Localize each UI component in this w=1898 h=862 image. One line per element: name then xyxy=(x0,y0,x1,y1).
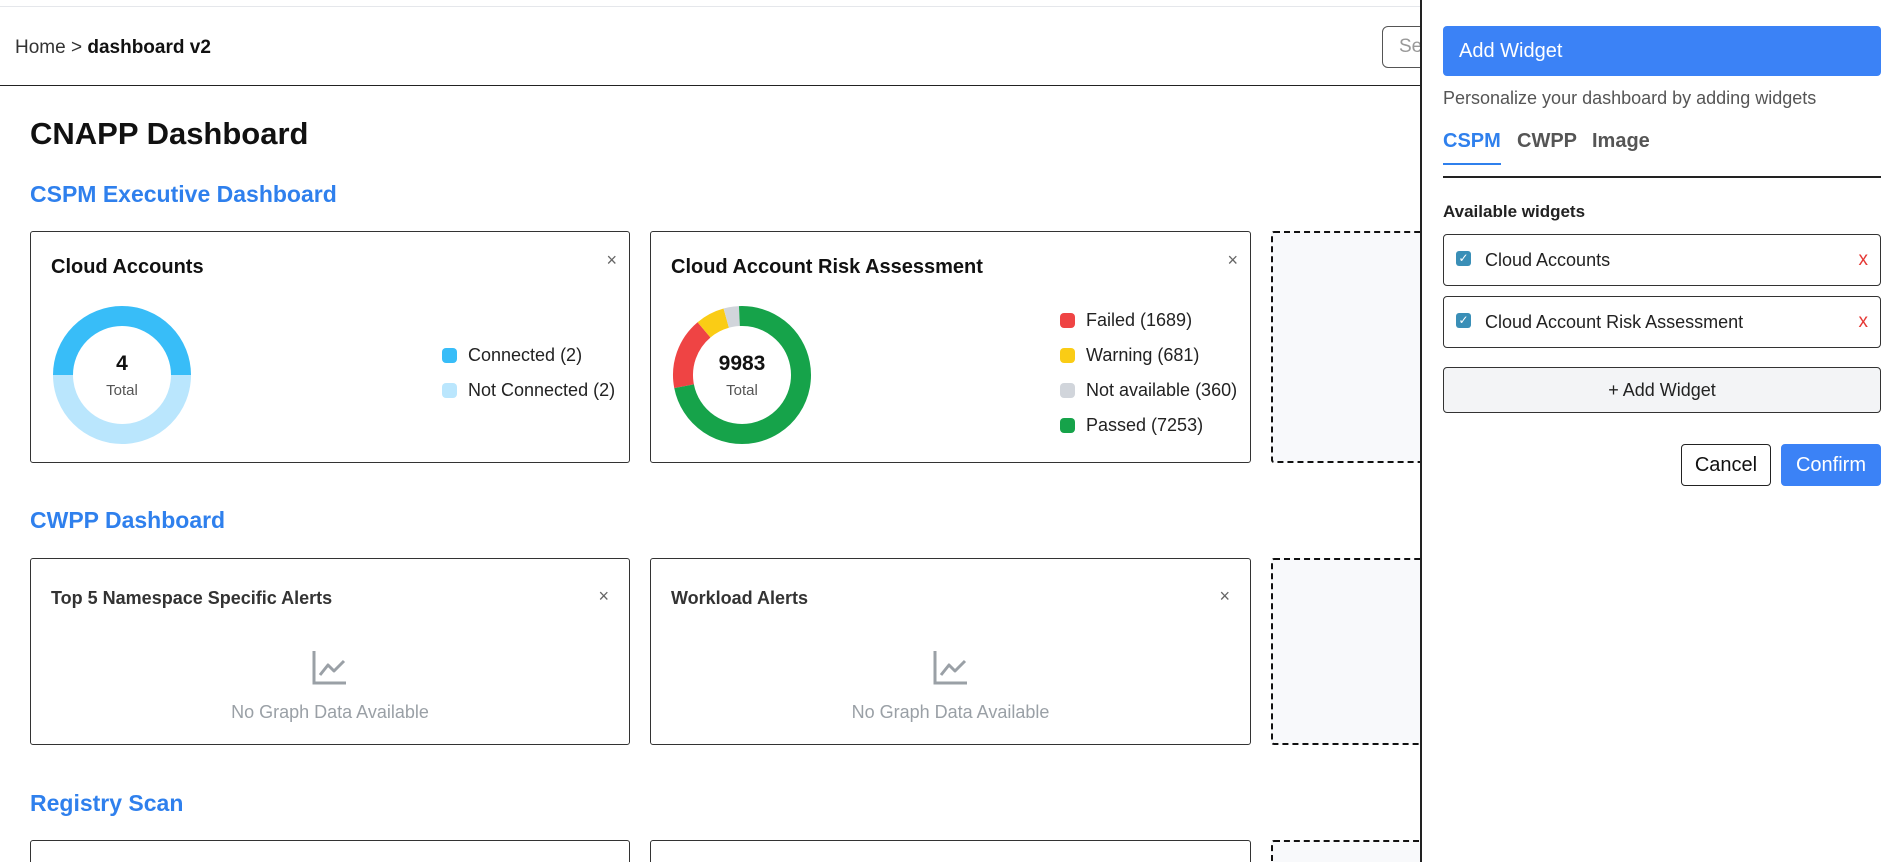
legend-item: Warning (681) xyxy=(1060,338,1237,373)
add-widget-button[interactable]: + Add Widget xyxy=(1443,367,1881,413)
legend-item: Not available (360) xyxy=(1060,373,1237,408)
widget-row-risk-assessment: ✓ Cloud Account Risk Assessment x xyxy=(1443,296,1881,348)
legend-swatch xyxy=(442,348,457,363)
legend-label: Warning (681) xyxy=(1086,345,1200,365)
no-data-text: No Graph Data Available xyxy=(231,702,429,722)
breadcrumb-current: dashboard v2 xyxy=(87,37,211,58)
donut-center: 9983 Total xyxy=(672,352,812,399)
donut-total-label: Total xyxy=(106,382,138,399)
legend-label: Passed (7253) xyxy=(1086,415,1204,435)
namespace-alerts-card: Top 5 Namespace Specific Alerts × No Gra… xyxy=(30,558,630,745)
close-icon[interactable]: × xyxy=(606,250,617,271)
legend-swatch xyxy=(1060,418,1075,433)
section-title-cspm: CSPM Executive Dashboard xyxy=(30,181,337,207)
available-widgets-label: Available widgets xyxy=(1443,202,1586,221)
card-title: Workload Alerts xyxy=(671,588,809,608)
legend-item: Not Connected (2) xyxy=(442,373,615,408)
panel-header: Add Widget xyxy=(1443,26,1881,76)
remove-icon[interactable]: x xyxy=(1859,311,1869,333)
legend-item: Connected (2) xyxy=(442,338,615,373)
add-widget-placeholder[interactable] xyxy=(1271,231,1431,463)
add-widget-placeholder[interactable] xyxy=(1271,558,1431,745)
section-title-registry: Registry Scan xyxy=(30,790,184,816)
panel-subtitle: Personalize your dashboard by adding wid… xyxy=(1443,88,1817,108)
no-data-state: No Graph Data Available xyxy=(651,647,1250,723)
widget-label: Cloud Account Risk Assessment xyxy=(1485,311,1744,332)
confirm-button[interactable]: Confirm xyxy=(1781,444,1881,486)
legend-swatch xyxy=(1060,313,1075,328)
cloud-accounts-card: Cloud Accounts × 4 Total Connected (2) N… xyxy=(30,231,630,463)
line-chart-icon xyxy=(933,651,967,685)
no-data-text: No Graph Data Available xyxy=(851,702,1050,722)
card-title: Cloud Accounts xyxy=(51,256,204,278)
risk-assessment-legend: Failed (1689) Warning (681) Not availabl… xyxy=(1060,303,1237,443)
checkbox[interactable]: ✓ xyxy=(1456,250,1471,266)
legend-item: Failed (1689) xyxy=(1060,303,1237,338)
cloud-accounts-legend: Connected (2) Not Connected (2) xyxy=(442,338,615,408)
breadcrumb-separator: > xyxy=(70,37,83,58)
page-title: CNAPP Dashboard xyxy=(30,116,309,151)
registry-card xyxy=(30,840,630,862)
donut-total: 4 xyxy=(116,352,128,375)
add-widget-placeholder[interactable] xyxy=(1271,840,1431,862)
donut-total-label: Total xyxy=(726,382,758,399)
tab-cwpp[interactable]: CWPP xyxy=(1517,130,1577,163)
card-title: Top 5 Namespace Specific Alerts xyxy=(51,588,333,608)
workload-alerts-card: Workload Alerts × No Graph Data Availabl… xyxy=(650,558,1251,745)
legend-label: Connected (2) xyxy=(468,345,583,365)
donut-total: 9983 xyxy=(718,352,766,375)
widget-label: Cloud Accounts xyxy=(1485,249,1611,270)
card-title: Cloud Account Risk Assessment xyxy=(671,256,983,278)
tab-cspm[interactable]: CSPM xyxy=(1443,130,1501,165)
checkbox[interactable]: ✓ xyxy=(1456,312,1471,328)
risk-assessment-card: Cloud Account Risk Assessment × 9983 Tot… xyxy=(650,231,1251,463)
tab-image[interactable]: Image xyxy=(1592,130,1650,163)
cancel-button[interactable]: Cancel xyxy=(1681,444,1771,486)
breadcrumb: Home > dashboard v2 xyxy=(15,37,211,59)
no-data-state: No Graph Data Available xyxy=(31,647,629,723)
line-chart-icon xyxy=(312,651,346,685)
legend-label: Not Connected (2) xyxy=(468,380,616,400)
legend-label: Not available (360) xyxy=(1086,380,1238,400)
widget-row-cloud-accounts: ✓ Cloud Accounts x xyxy=(1443,234,1881,286)
legend-swatch xyxy=(1060,383,1075,398)
breadcrumb-home[interactable]: Home xyxy=(15,37,66,58)
donut-center: 4 Total xyxy=(52,352,192,399)
legend-label: Failed (1689) xyxy=(1086,310,1193,330)
search-placeholder: Se xyxy=(1399,36,1423,57)
legend-swatch xyxy=(442,383,457,398)
add-widget-panel: Add Widget Personalize your dashboard by… xyxy=(1420,0,1898,862)
panel-tabs: CSPM CWPP Image xyxy=(1443,126,1881,178)
legend-item: Passed (7253) xyxy=(1060,408,1237,443)
section-title-cwpp: CWPP Dashboard xyxy=(30,507,226,533)
legend-swatch xyxy=(1060,348,1075,363)
registry-card xyxy=(650,840,1251,862)
remove-icon[interactable]: x xyxy=(1859,249,1869,271)
close-icon[interactable]: × xyxy=(1219,586,1230,607)
close-icon[interactable]: × xyxy=(598,586,609,607)
close-icon[interactable]: × xyxy=(1227,250,1238,271)
